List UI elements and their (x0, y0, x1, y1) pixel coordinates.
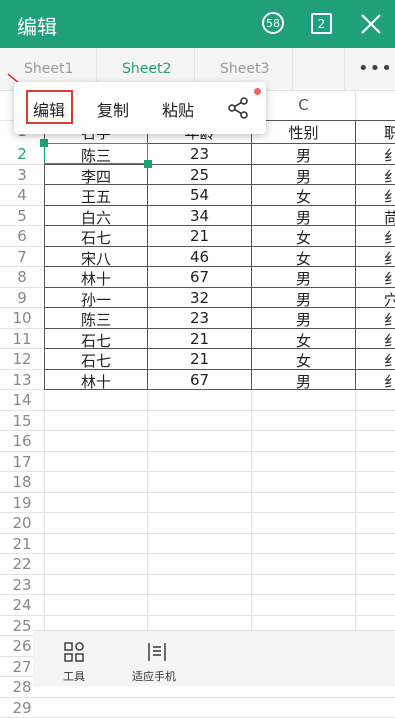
bottom-toolbar: 工具 适应手机 (33, 630, 395, 686)
share-icon[interactable] (226, 96, 250, 120)
header-cell-job[interactable]: 职 (384, 122, 395, 143)
row-header[interactable]: 13 (0, 370, 44, 391)
cell-age[interactable]: 54 (148, 186, 251, 204)
cell-age[interactable]: 23 (148, 309, 251, 327)
fit-phone-icon[interactable] (146, 641, 168, 663)
cell-age[interactable]: 32 (148, 289, 251, 307)
header-cell-gender[interactable]: 性别 (252, 122, 355, 143)
row-header[interactable]: 7 (0, 247, 44, 268)
tab-sheet3[interactable]: Sheet3 (220, 61, 269, 77)
fit-phone-label[interactable]: 适应手机 (132, 668, 176, 684)
tools-icon[interactable] (63, 641, 85, 663)
row-header[interactable]: 24 (0, 595, 44, 616)
row-header[interactable]: 18 (0, 472, 44, 493)
cell-age[interactable]: 25 (148, 166, 251, 184)
row-header[interactable]: 20 (0, 513, 44, 534)
copy-button[interactable]: 复制 (97, 97, 129, 121)
cell-age[interactable]: 21 (148, 350, 251, 368)
row-header[interactable]: 21 (0, 534, 44, 555)
more-menu-icon[interactable]: ••• (358, 58, 393, 79)
row-header[interactable]: 22 (0, 554, 44, 575)
row-header[interactable]: 29 (0, 698, 44, 718)
tools-label[interactable]: 工具 (63, 668, 85, 684)
spreadsheet-grid[interactable]: C 1 名字 年龄 性别 职 2陈三23男纟3李四25男纟4王五54女纟5白六3… (0, 90, 395, 685)
selection-handle-bottom[interactable] (144, 160, 152, 168)
column-header-c[interactable]: C (252, 96, 355, 114)
page-title: 编辑 (17, 11, 57, 40)
window-count-icon[interactable]: 2 (311, 13, 332, 34)
selection-handle-top[interactable] (40, 139, 48, 147)
cell-age[interactable]: 21 (148, 227, 251, 245)
cell-age[interactable]: 46 (148, 248, 251, 266)
row-header[interactable]: 2 (0, 144, 44, 165)
row-header[interactable]: 23 (0, 575, 44, 596)
row-header[interactable]: 12 (0, 349, 44, 370)
row-header[interactable]: 16 (0, 431, 44, 452)
row-header[interactable]: 11 (0, 329, 44, 350)
row-header[interactable]: 5 (0, 206, 44, 227)
row-header[interactable]: 17 (0, 452, 44, 473)
row-header[interactable]: 3 (0, 165, 44, 186)
notification-dot (254, 88, 261, 95)
row-header[interactable]: 4 (0, 185, 44, 206)
cell-age[interactable]: 67 (148, 371, 251, 389)
selected-cell[interactable] (44, 143, 148, 164)
paste-button[interactable]: 粘贴 (162, 97, 194, 121)
row-header[interactable]: 19 (0, 493, 44, 514)
cell-age[interactable]: 21 (148, 330, 251, 348)
row-header[interactable]: 15 (0, 411, 44, 432)
row-header[interactable]: 6 (0, 226, 44, 247)
tab-sheet2[interactable]: Sheet2 (122, 61, 171, 77)
app-header: 编辑 58 2 (0, 0, 395, 48)
comments-badge-icon[interactable]: 58 (262, 12, 284, 34)
edit-button[interactable]: 编辑 (33, 97, 65, 121)
row-header[interactable]: 14 (0, 390, 44, 411)
cell-age[interactable]: 23 (148, 145, 251, 163)
row-header[interactable]: 9 (0, 288, 44, 309)
row-header[interactable]: 8 (0, 267, 44, 288)
row-header[interactable]: 10 (0, 308, 44, 329)
cell-age[interactable]: 67 (148, 268, 251, 286)
close-icon[interactable] (358, 11, 384, 37)
cell-age[interactable]: 34 (148, 207, 251, 225)
